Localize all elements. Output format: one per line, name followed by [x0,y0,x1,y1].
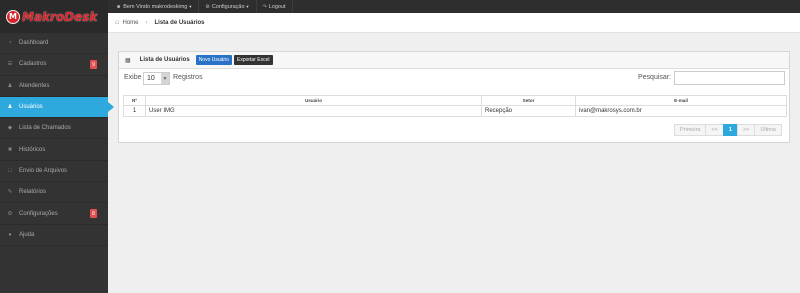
sidebar-item-ajuda[interactable]: ● Ajuda [0,225,108,246]
sidebar-item-label: Relatórios [19,189,47,196]
caret-down-icon: ▼ [245,4,250,9]
logout-link[interactable]: ↷ Logout [257,0,293,13]
top-menu: ☻ Bem Vindo makrodeskimg ▼ ⚙ Configuraçã… [110,0,293,13]
cell-number: 1 [123,105,146,117]
user-icon: ☻ [116,3,122,10]
pagination: Primeira << 1 >> Última [673,124,782,136]
users-table: Nº Usuário Setor E-mail 1 User IMG Recep… [123,95,787,117]
sidebar: ◔ Dashboard ☰ Cadastros 9 ♟ Atendentes ♟… [0,33,114,293]
sidebar-item-label: Ajuda [19,231,35,238]
sidebar-item-cadastros[interactable]: ☰ Cadastros 9 [0,54,108,76]
sidebar-item-usuarios[interactable]: ♟ Usuários [0,96,114,119]
dashboard-icon: ◔ [8,40,12,47]
sidebar-item-historicos[interactable]: ✖ Históricos [0,139,108,161]
gear-icon: ⚙ [205,3,210,10]
chevron-down-icon: ▼ [161,73,169,84]
config-menu[interactable]: ⚙ Configuração ▼ [199,0,257,13]
table-controls: Exibe 10 ▼ Registros Pesquisar: [119,69,789,89]
sidebar-item-relatorios[interactable]: ✎ Relatórios [0,182,108,204]
caret-down-icon: ▼ [188,4,193,9]
history-icon: ✖ [7,146,13,153]
sidebar-item-label: Cadastros [19,61,47,68]
sidebar-item-label: Envio de Arquivos [19,167,68,174]
sidebar-item-configuracoes[interactable]: ⚙ Configurações 8 [0,203,108,225]
sidebar-item-label: Lista de Chamados [19,125,71,132]
cell-email: ivan@makrosys.com.br [575,105,787,117]
sidebar-item-dashboard[interactable]: ◔ Dashboard [0,33,108,55]
logout-icon: ↷ [262,3,267,10]
logout-label: Logout [268,3,286,10]
page-current-button[interactable]: 1 [722,124,738,136]
sidebar-item-atendentes[interactable]: ♟ Atendentes [0,76,108,97]
sidebar-item-label: Históricos [19,146,46,153]
brand-name: MakroDesk [22,9,98,24]
group-icon: ♟ [7,104,13,111]
panel-header: ▦ Lista de Usuários Novo Usuário Exporta… [119,52,789,69]
page-first-button[interactable]: Primeira [673,124,707,136]
sidebar-item-label: Atendentes [19,82,50,89]
search-label: Pesquisar: [638,74,672,81]
breadcrumb-home[interactable]: Home [122,20,138,26]
brand-logo[interactable]: M MakroDesk [0,0,108,33]
search-input[interactable] [674,71,785,85]
chevron-right-icon: › [145,19,148,26]
page-last-button[interactable]: Última [754,124,782,136]
count-badge: 8 [90,209,97,219]
page-size-select[interactable]: 10 ▼ [143,72,170,85]
edit-icon: ✎ [7,189,13,196]
page-next-button[interactable]: >> [736,124,756,136]
list-icon: ☰ [7,61,13,68]
breadcrumb: ☖ Home › Lista de Usuários [108,13,800,33]
records-label: Registros [173,74,203,81]
sidebar-item-label: Usuários [19,104,43,111]
gear-icon: ⚙ [7,210,13,217]
column-header-user[interactable]: Usuário [145,95,482,106]
page-prev-button[interactable]: << [705,124,724,136]
count-badge: 9 [90,60,97,70]
sidebar-item-chamados[interactable]: ◆ Lista de Chamados [0,118,108,140]
table-header-row: Nº Usuário Setor E-mail [123,95,787,106]
panel-title: Lista de Usuários [139,57,190,63]
sidebar-item-label: Configurações [19,210,58,217]
grid-icon: ▦ [125,57,131,64]
sidebar-item-label: Dashboard [19,40,49,47]
export-excel-button[interactable]: Exportar Excel [233,55,273,65]
welcome-menu[interactable]: ☻ Bem Vindo makrodeskimg ▼ [110,0,200,13]
table-row[interactable]: 1 User IMG Recepção ivan@makrosys.com.br [123,105,787,117]
logo-icon: M [6,9,20,24]
welcome-label: Bem Vindo makrodeskimg [123,3,188,10]
new-user-button[interactable]: Novo Usuário [195,55,232,65]
sidebar-item-envio[interactable]: □ Envio de Arquivos [0,161,108,183]
column-header-email[interactable]: E-mail [575,95,787,106]
page-size-value: 10 [147,75,155,82]
users-panel: ▦ Lista de Usuários Novo Usuário Exporta… [118,51,790,143]
cell-user: User IMG [145,105,482,117]
breadcrumb-current: Lista de Usuários [154,19,205,26]
show-label: Exibe [124,74,142,81]
users-icon: ♟ [7,82,13,89]
cell-sector: Recepção [481,105,576,117]
file-icon: □ [8,167,12,174]
config-label: Configuração [211,3,245,10]
tags-icon: ◆ [7,125,13,132]
home-icon: ☖ [115,19,120,26]
help-icon: ● [8,231,12,238]
column-header-sector[interactable]: Setor [481,95,576,106]
column-header-number[interactable]: Nº [123,95,146,106]
